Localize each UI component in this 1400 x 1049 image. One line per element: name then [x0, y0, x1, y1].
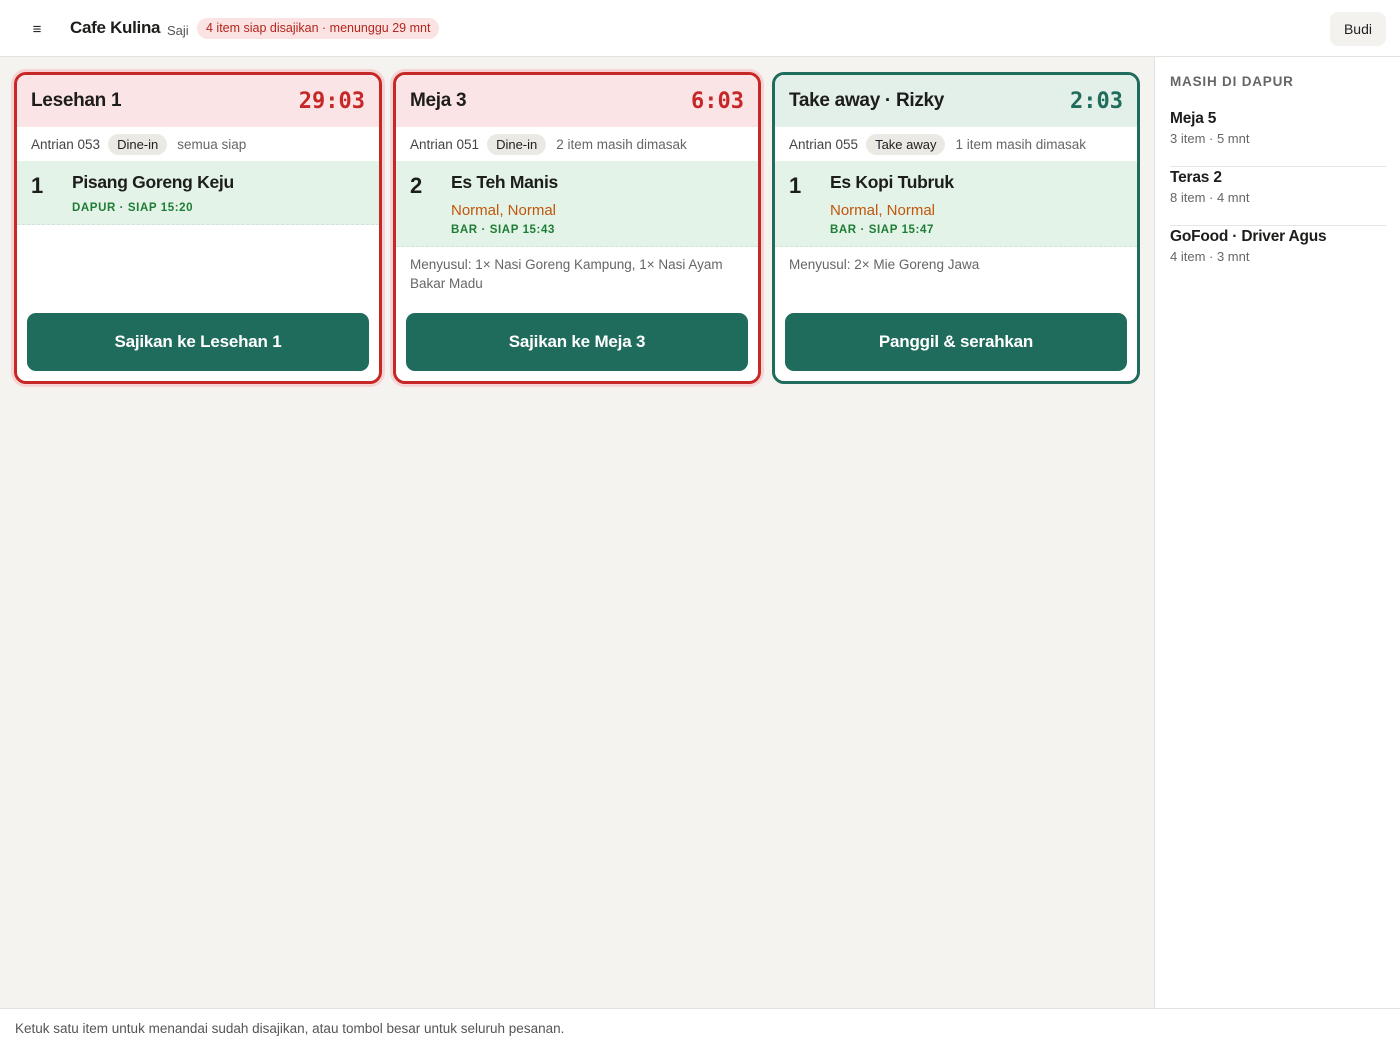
menu-icon[interactable]: ≡: [24, 16, 50, 42]
order-card-take-away-rizky: Take away · Rizky 2:03 Antrian 055 Take …: [772, 72, 1140, 384]
order-card-header: Take away · Rizky 2:03: [775, 75, 1137, 127]
item-quantity: 2: [410, 173, 423, 198]
item-modifiers: Normal, Normal: [830, 202, 936, 219]
order-status-note: 1 item masih dimasak: [955, 136, 1087, 152]
item-ready-status: BAR · SIAP 15:43: [451, 224, 555, 236]
order-card-header: Meja 3 6:03: [396, 75, 758, 127]
order-card-header: Lesehan 1 29:03: [17, 75, 379, 127]
item-quantity: 1: [789, 173, 802, 198]
order-board: Lesehan 1 29:03 Antrian 053 Dine-in semu…: [0, 57, 1154, 1008]
queue-number: Antrian 053: [31, 136, 101, 152]
kitchen-sidebar: MASIH DI DAPUR Meja 5 3 item · 5 mnt Ter…: [1154, 57, 1400, 1008]
item-ready-status: DAPUR · SIAP 15:20: [72, 202, 194, 214]
kitchen-order-summary: 3 item · 5 mnt: [1170, 131, 1250, 146]
user-button[interactable]: Budi: [1329, 12, 1386, 46]
order-type-badge: Take away: [866, 133, 946, 155]
item-modifiers: Normal, Normal: [451, 202, 557, 219]
serve-order-button[interactable]: Sajikan ke Meja 3: [406, 313, 748, 371]
top-bar: ≡ Cafe Kulina Saji 4 item siap disajikan…: [0, 0, 1400, 57]
brand-name: Cafe Kulina: [70, 18, 161, 37]
kitchen-order-summary: 8 item · 4 mnt: [1170, 190, 1250, 205]
order-meta: Antrian 051 Dine-in 2 item masih dimasak: [396, 127, 758, 161]
order-status-note: semua siap: [177, 136, 247, 152]
order-status-note: 2 item masih dimasak: [556, 136, 687, 152]
order-title: Lesehan 1: [31, 90, 122, 111]
kitchen-order-item[interactable]: Meja 5 3 item · 5 mnt: [1170, 108, 1386, 167]
queue-number: Antrian 055: [789, 136, 859, 152]
wait-timer: 2:03: [1070, 88, 1123, 114]
kitchen-order-summary: 4 item · 3 mnt: [1170, 249, 1250, 264]
kitchen-order-name: GoFood · Driver Agus: [1170, 228, 1327, 245]
order-meta: Antrian 053 Dine-in semua siap: [17, 127, 379, 161]
item-name: Pisang Goreng Keju: [72, 172, 234, 192]
handover-order-button[interactable]: Panggil & serahkan: [785, 313, 1127, 371]
kitchen-order-name: Teras 2: [1170, 169, 1222, 186]
order-type-badge: Dine-in: [487, 133, 547, 155]
order-meta: Antrian 055 Take away 1 item masih dimas…: [775, 127, 1137, 161]
pending-items-note: Menyusul: 1× Nasi Goreng Kampung, 1× Nas…: [410, 257, 723, 291]
order-type-badge: Dine-in: [108, 133, 168, 155]
wait-timer: 6:03: [691, 88, 744, 114]
order-title: Meja 3: [410, 90, 467, 111]
order-item[interactable]: 2 Es Teh Manis Normal, Normal BAR · SIAP…: [396, 161, 758, 247]
mode-label: Saji: [167, 23, 189, 38]
footer-hint: Ketuk satu item untuk menandai sudah dis…: [0, 1008, 1400, 1049]
order-card-meja-3: Meja 3 6:03 Antrian 051 Dine-in 2 item m…: [393, 72, 761, 384]
item-name: Es Kopi Tubruk: [830, 172, 954, 192]
kitchen-order-list: Meja 5 3 item · 5 mnt Teras 2 8 item · 4…: [1170, 108, 1386, 285]
kitchen-order-name: Meja 5: [1170, 110, 1217, 127]
item-name: Es Teh Manis: [451, 172, 558, 192]
item-ready-status: BAR · SIAP 15:47: [830, 224, 934, 236]
wait-timer: 29:03: [298, 88, 365, 114]
sidebar-title: MASIH DI DAPUR: [1170, 74, 1294, 89]
kitchen-order-item[interactable]: GoFood · Driver Agus 4 item · 3 mnt: [1170, 226, 1386, 285]
order-title: Take away · Rizky: [789, 90, 945, 111]
pending-items-note: Menyusul: 2× Mie Goreng Jawa: [789, 257, 980, 272]
order-card-lesehan-1: Lesehan 1 29:03 Antrian 053 Dine-in semu…: [14, 72, 382, 384]
ready-alert-badge: 4 item siap disajikan · menunggu 29 mnt: [197, 18, 440, 39]
serve-order-button[interactable]: Sajikan ke Lesehan 1: [27, 313, 369, 371]
kitchen-order-item[interactable]: Teras 2 8 item · 4 mnt: [1170, 167, 1386, 226]
queue-number: Antrian 051: [410, 136, 480, 152]
order-item[interactable]: 1 Pisang Goreng Keju DAPUR · SIAP 15:20: [17, 161, 379, 225]
item-quantity: 1: [31, 173, 44, 198]
order-item[interactable]: 1 Es Kopi Tubruk Normal, Normal BAR · SI…: [775, 161, 1137, 247]
